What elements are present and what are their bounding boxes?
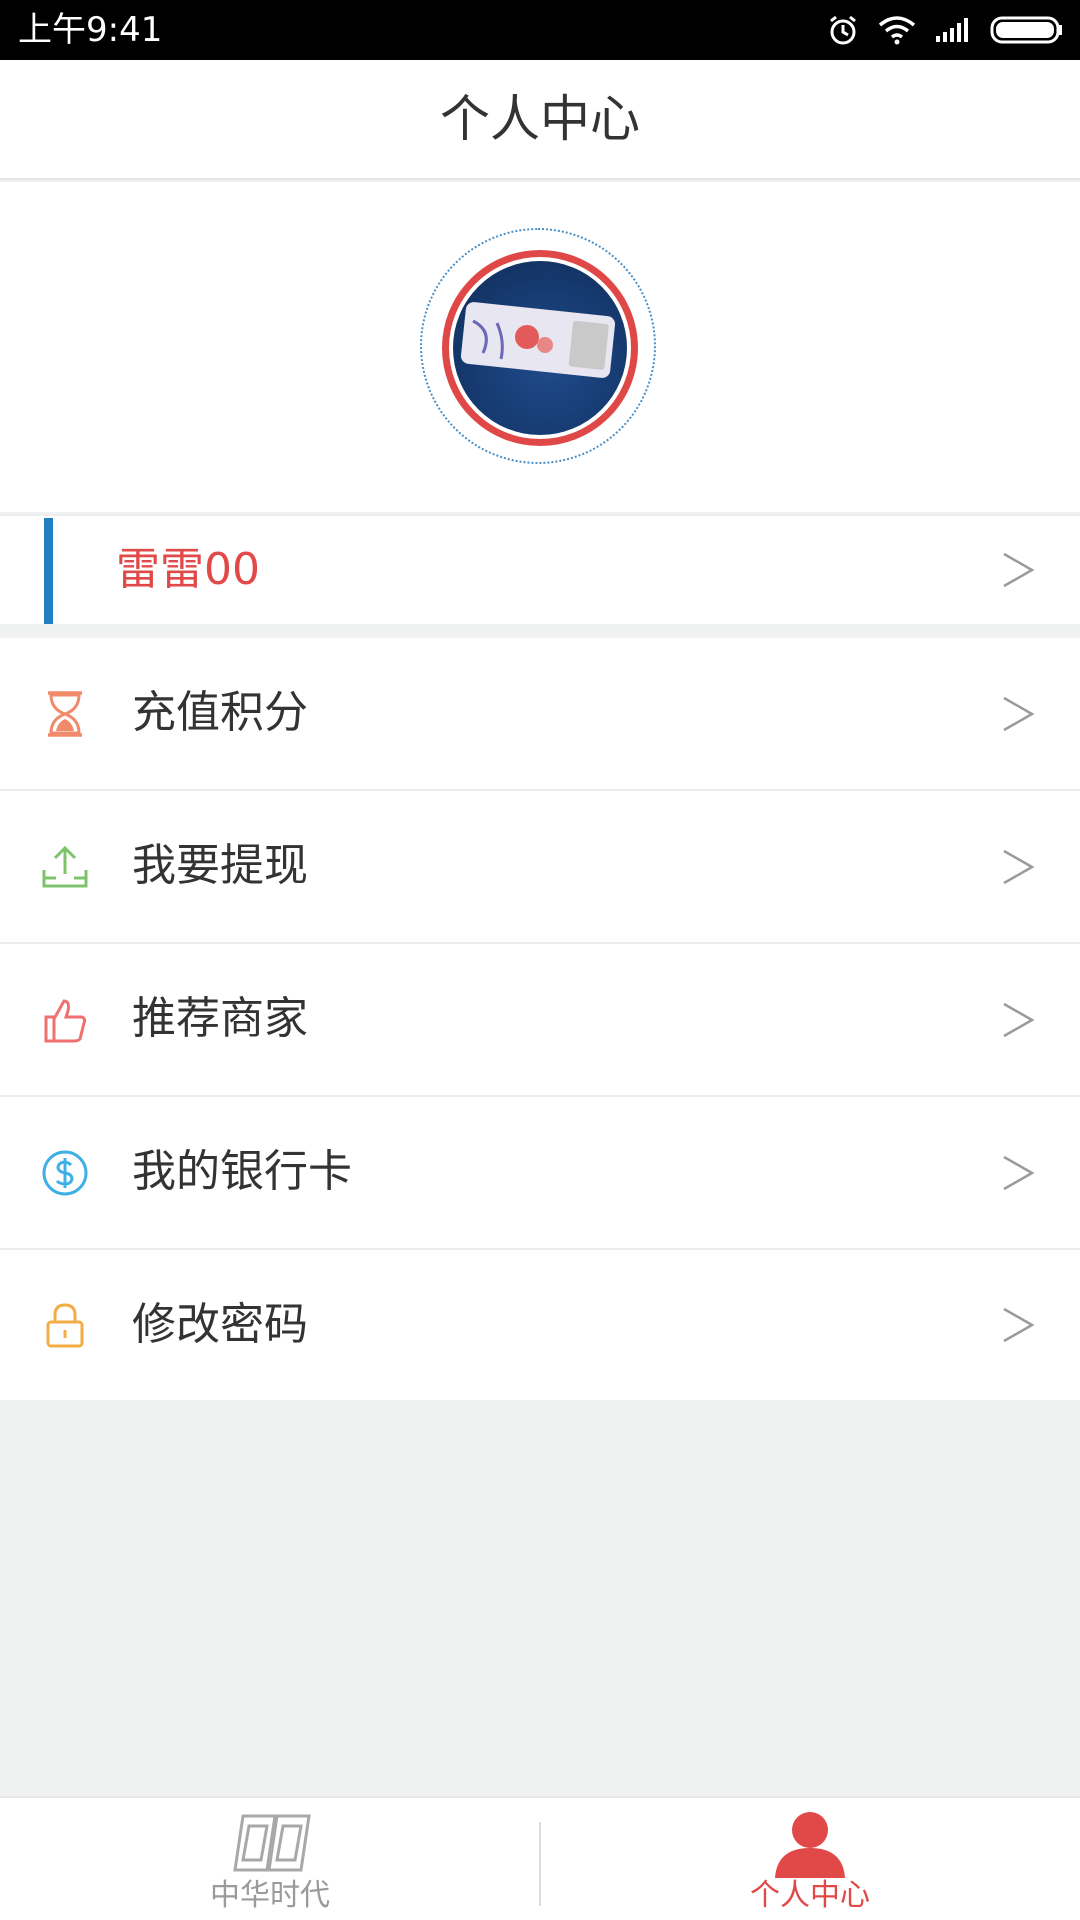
chevron-right-icon	[1003, 1002, 1035, 1037]
avatar-ring	[442, 250, 638, 446]
chevron-right-icon	[1003, 1307, 1035, 1343]
hourglass-icon	[48, 690, 82, 737]
menu-item-recharge-points[interactable]: 充值积分	[0, 638, 1080, 791]
status-time: 上午9:41	[18, 10, 163, 50]
person-icon	[775, 1812, 845, 1878]
chevron-right-icon	[1003, 1155, 1035, 1190]
menu-list: 充值积分 我要提现 推荐商家 我的银行卡 修改密码	[0, 638, 1080, 1400]
username-accent-bar	[44, 518, 53, 624]
avatar-photo	[453, 261, 627, 435]
menu-item-withdraw[interactable]: 我要提现	[0, 791, 1080, 944]
battery-icon	[990, 16, 1062, 44]
menu-item-label: 推荐商家	[132, 993, 308, 1044]
chevron-right-icon	[1003, 849, 1035, 884]
tab-label: 个人中心	[750, 1878, 870, 1913]
signal-icon	[936, 18, 968, 42]
lock-icon	[46, 1303, 84, 1348]
menu-item-change-password[interactable]: 修改密码	[0, 1250, 1080, 1400]
menu-item-label: 修改密码	[132, 1299, 308, 1350]
username: 雷雷00	[116, 544, 260, 595]
title-bar: 个人中心	[0, 60, 1080, 180]
avatar[interactable]	[420, 228, 656, 464]
status-icons	[826, 10, 1064, 50]
avatar-image	[460, 302, 616, 378]
thumbs-up-icon	[44, 998, 87, 1042]
tab-personal-center[interactable]: 个人中心	[540, 1798, 1080, 1920]
wifi-icon	[878, 16, 916, 45]
tab-zhonghua-shidai[interactable]: 中华时代	[0, 1798, 540, 1920]
chevron-right-icon	[1003, 552, 1035, 588]
status-bar: 上午9:41	[0, 0, 1080, 60]
alarm-icon	[830, 15, 856, 45]
chevron-right-icon	[1003, 696, 1035, 731]
menu-item-bank-card[interactable]: 我的银行卡	[0, 1097, 1080, 1250]
upload-icon	[42, 845, 88, 887]
username-row[interactable]: 雷雷00	[0, 514, 1080, 624]
logo-icon	[233, 1814, 311, 1872]
tab-label: 中华时代	[210, 1878, 330, 1913]
menu-item-label: 我要提现	[132, 840, 308, 891]
menu-item-recommend-merchant[interactable]: 推荐商家	[0, 944, 1080, 1097]
bottom-tab-bar: 中华时代 个人中心	[0, 1796, 1080, 1920]
menu-item-label: 充值积分	[132, 687, 308, 738]
page-title: 个人中心	[440, 90, 640, 148]
dollar-icon	[42, 1150, 88, 1195]
menu-item-label: 我的银行卡	[132, 1146, 352, 1197]
profile-header	[0, 182, 1080, 512]
